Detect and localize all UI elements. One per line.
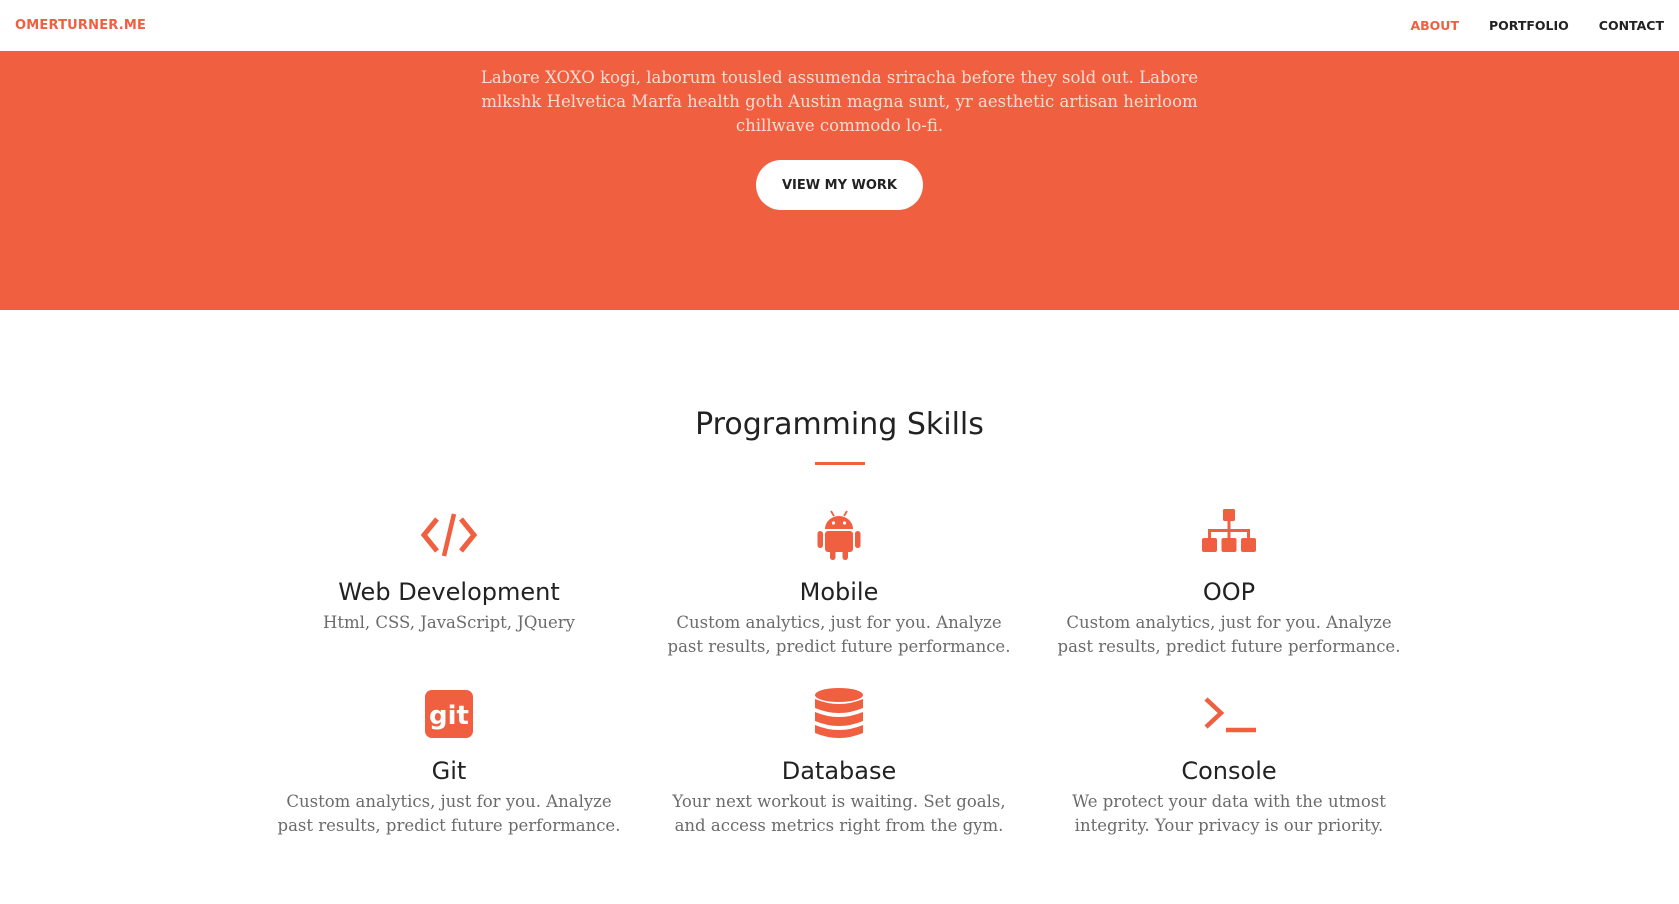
- nav-link-portfolio[interactable]: PORTFOLIO: [1489, 18, 1569, 33]
- nav-links: ABOUT PORTFOLIO CONTACT: [1380, 18, 1664, 33]
- svg-text:git: git: [429, 701, 469, 731]
- hero-section: Labore XOXO kogi, laborum tousled assume…: [0, 51, 1679, 310]
- skill-description: Custom analytics, just for you. Analyze …: [1057, 613, 1401, 656]
- code-icon: [419, 505, 479, 565]
- view-my-work-button[interactable]: VIEW MY WORK: [756, 160, 923, 210]
- nav-link-about[interactable]: ABOUT: [1410, 18, 1459, 33]
- skill-description: Your next workout is waiting. Set goals,…: [672, 792, 1006, 835]
- skill-database: Database Your next workout is waiting. S…: [644, 684, 1034, 838]
- skill-title: Web Development: [338, 578, 560, 606]
- hero-text: Labore XOXO kogi, laborum tousled assume…: [480, 68, 1199, 135]
- terminal-icon: [1199, 684, 1259, 744]
- skill-git: git Git Custom analytics, just for you. …: [254, 684, 644, 838]
- skill-description: We protect your data with the utmost int…: [1072, 792, 1386, 835]
- skill-description: Html, CSS, JavaScript, JQuery: [322, 613, 576, 632]
- nav-link-contact[interactable]: CONTACT: [1599, 18, 1664, 33]
- skill-title: Database: [781, 757, 897, 785]
- sitemap-icon: [1199, 505, 1259, 565]
- skill-mobile: Mobile Custom analytics, just for you. A…: [644, 505, 1034, 659]
- section-heading: Programming Skills: [695, 407, 984, 442]
- skill-console: Console We protect your data with the ut…: [1034, 684, 1424, 838]
- skill-title: Mobile: [799, 578, 879, 606]
- skill-title: Console: [1181, 757, 1277, 785]
- git-icon: git: [419, 684, 479, 744]
- heading-divider: [815, 462, 865, 465]
- brand-link[interactable]: OMERTURNER.ME: [15, 18, 146, 33]
- skill-web-development: Web Development Html, CSS, JavaScript, J…: [254, 505, 644, 635]
- skill-description: Custom analytics, just for you. Analyze …: [277, 792, 621, 835]
- database-icon: [809, 684, 869, 744]
- navbar: OMERTURNER.ME ABOUT PORTFOLIO CONTACT: [0, 0, 1679, 51]
- skill-oop: OOP Custom analytics, just for you. Anal…: [1034, 505, 1424, 659]
- skill-title: OOP: [1202, 578, 1256, 606]
- skill-description: Custom analytics, just for you. Analyze …: [667, 613, 1011, 656]
- skill-title: Git: [431, 757, 467, 785]
- android-icon: [809, 505, 869, 565]
